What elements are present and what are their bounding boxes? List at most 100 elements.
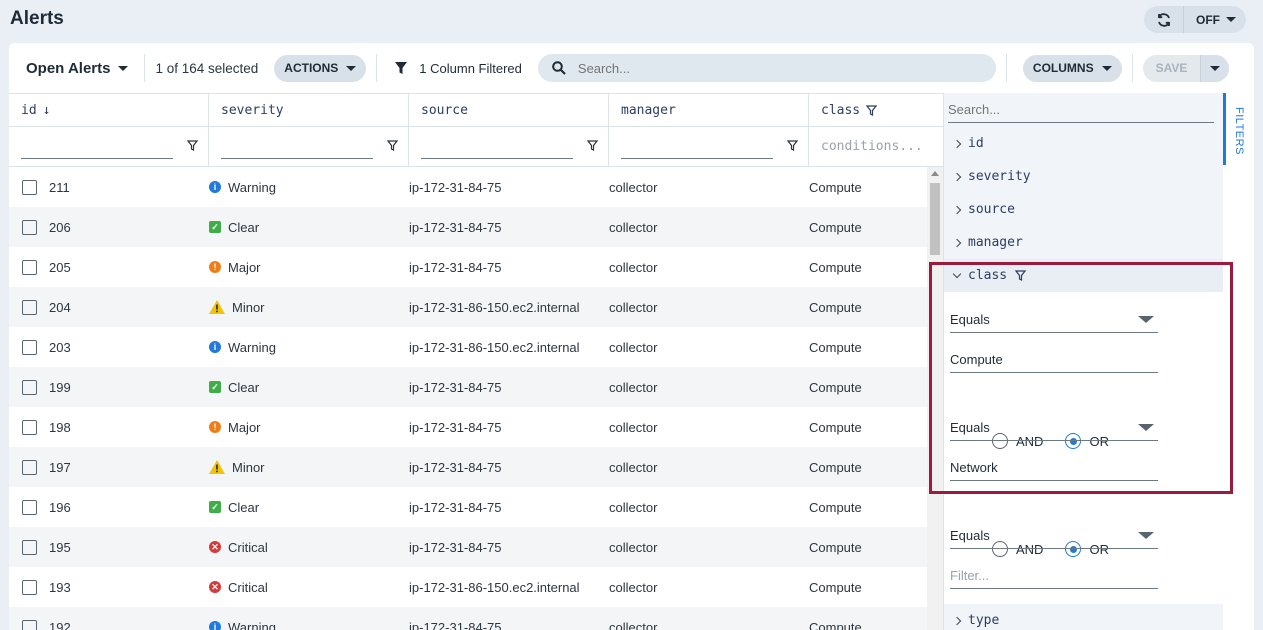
cell-severity-value: Minor [232,459,265,475]
cell-severity: i Warning [197,180,397,195]
cell-id-value: 204 [49,299,71,315]
floating-filter-id[interactable] [9,127,209,166]
filters-search-input[interactable] [948,102,1214,117]
table-row[interactable]: 193 ✕ Critical ip-172-31-86-150.ec2.inter… [9,567,927,607]
table-row[interactable]: 197 Minor ip-172-31-84-75 collector Comp… [9,447,927,487]
cell-id-value: 193 [49,579,71,595]
table-row[interactable]: 198 ! Major ip-172-31-84-75 collector Com… [9,407,927,447]
scroll-up-arrow-icon[interactable] [931,171,939,176]
filter-field-id[interactable]: id [944,127,1223,160]
cell-id: 206 [9,219,197,235]
condition3-value-input[interactable]: Filter... [950,563,1158,589]
filter-field-source[interactable]: source [944,193,1223,226]
filters-search[interactable] [948,101,1214,123]
filter-menu-icon[interactable] [187,140,198,151]
filter-input-line[interactable] [221,158,373,159]
column-header-class[interactable]: class [809,94,943,126]
caret-down-icon [1226,17,1236,22]
dropdown-arrow-icon [1138,316,1154,323]
cell-source: ip-172-31-84-75 [409,419,502,435]
table-row[interactable]: 205 ! Major ip-172-31-84-75 collector Com… [9,247,927,287]
column-header-manager[interactable]: manager [609,94,809,126]
select-value: Equals [950,528,990,543]
filter-field-class[interactable]: class [944,259,1223,292]
filter-menu-icon[interactable] [387,140,398,151]
table-row[interactable]: 204 Minor ip-172-31-86-150.ec2.internal … [9,287,927,327]
grid-search-input[interactable] [577,60,978,76]
funnel-icon [395,61,408,74]
table-row[interactable]: 203 i Warning ip-172-31-86-150.ec2.intern… [9,327,927,367]
floating-filter-source[interactable] [409,127,609,166]
cell-source: ip-172-31-84-75 [409,619,502,630]
cell-severity-value: Major [228,259,261,275]
filter-field-type[interactable]: type [944,604,1223,630]
condition1-value-input[interactable]: Compute [950,347,1158,373]
row-checkbox[interactable] [22,299,37,315]
cell-severity-value: Clear [228,219,260,235]
cell-source: ip-172-31-84-75 [409,179,502,195]
filter-field-manager[interactable]: manager [944,226,1223,259]
filters-side-tab[interactable]: FILTERS [1223,93,1254,630]
cell-id-value: 206 [49,219,71,235]
condition2-operator-select[interactable]: Equals [950,415,1158,441]
divider [376,54,378,82]
filter-menu-icon[interactable] [787,140,798,151]
row-checkbox[interactable] [22,179,37,195]
cell-source: ip-172-31-84-75 [409,219,502,235]
filter-menu-icon[interactable] [587,140,598,151]
grid-search[interactable] [537,54,996,82]
row-checkbox[interactable] [22,339,37,355]
save-button[interactable]: SAVE [1143,54,1202,82]
filter-field-label: severity [968,169,1031,184]
filter-input-line[interactable] [21,158,173,159]
row-checkbox[interactable] [22,499,37,515]
save-options-button[interactable] [1201,54,1230,82]
cell-manager: collector [609,379,658,395]
table-row[interactable]: 199 ✓ Clear ip-172-31-84-75 collector Com… [9,367,927,407]
column-header-severity[interactable]: severity [209,94,409,126]
cell-source: ip-172-31-84-75 [409,379,502,395]
column-header-source[interactable]: source [409,94,609,126]
condition2-value-input[interactable]: Network [950,455,1158,481]
table-row[interactable]: 192 i Warning ip-172-31-84-75 collector C… [9,607,927,630]
row-checkbox[interactable] [22,219,37,235]
floating-filter-class[interactable]: conditions... [809,127,943,166]
dropdown-arrow-icon [1138,424,1154,431]
row-checkbox[interactable] [22,539,37,555]
view-selector[interactable]: Open Alerts [26,60,129,77]
table-row[interactable]: 206 ✓ Clear ip-172-31-84-75 collector Com… [9,207,927,247]
row-checkbox[interactable] [22,619,37,630]
cell-class: Compute [809,619,862,630]
cell-id-value: 192 [49,619,71,630]
row-checkbox[interactable] [22,419,37,435]
filter-input-line[interactable] [621,158,773,159]
column-header-id[interactable]: id ↓ [9,94,209,126]
floating-filter-manager[interactable] [609,127,809,166]
refresh-button[interactable] [1144,6,1184,33]
cell-class: Compute [809,419,862,435]
filter-field-label: class [968,268,1008,283]
table-row[interactable]: 211 i Warning ip-172-31-84-75 collector C… [9,167,927,207]
row-checkbox[interactable] [22,459,37,475]
columns-button[interactable]: COLUMNS [1022,54,1122,82]
actions-button[interactable]: ACTIONS [274,54,367,82]
refresh-interval-dropdown[interactable]: OFF [1184,6,1246,33]
row-checkbox[interactable] [22,579,37,595]
row-checkbox[interactable] [22,379,37,395]
cell-severity: Minor [197,300,397,315]
caret-down-icon [118,65,129,71]
grid-scrollbar[interactable] [927,167,943,630]
row-checkbox[interactable] [22,259,37,275]
column-filter-status[interactable]: 1 Column Filtered [395,61,522,76]
condition1-operator-select[interactable]: Equals [950,307,1158,333]
scrollbar-thumb[interactable] [930,183,940,255]
floating-filter-severity[interactable] [209,127,409,166]
table-row[interactable]: 196 ✓ Clear ip-172-31-84-75 collector Com… [9,487,927,527]
table-row[interactable]: 195 ✕ Critical ip-172-31-84-75 collector … [9,527,927,567]
filter-input-line[interactable] [421,158,573,159]
filter-conditions-text: conditions... [821,139,923,154]
sort-desc-icon: ↓ [42,102,51,118]
chevron-right-icon [952,139,962,148]
condition3-operator-select[interactable]: Equals [950,523,1158,549]
filter-field-severity[interactable]: severity [944,160,1223,193]
